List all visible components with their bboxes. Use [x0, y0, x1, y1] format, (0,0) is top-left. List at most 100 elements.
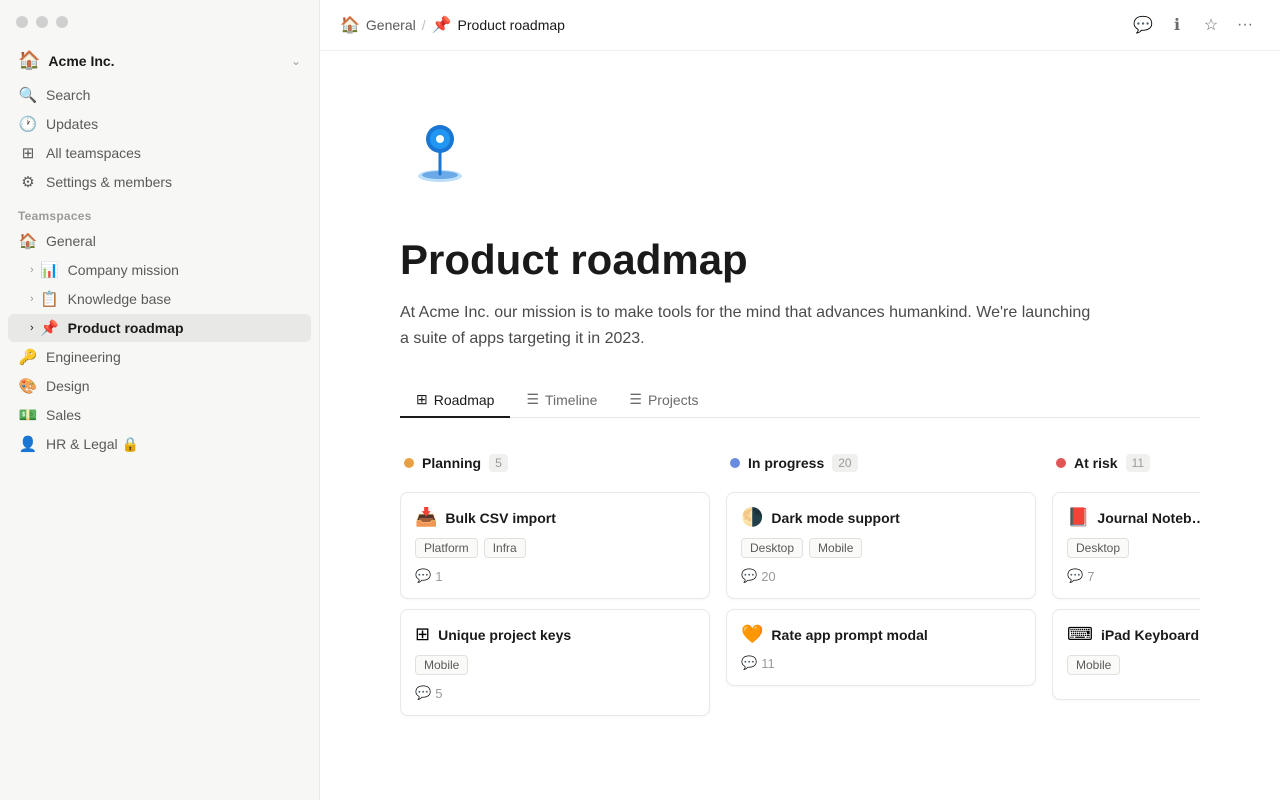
unique-keys-comment-count: 5 [435, 686, 442, 701]
unique-keys-card-title: Unique project keys [438, 627, 571, 643]
teamspaces-section-title: Teamspaces [8, 197, 311, 227]
tab-projects-label: Projects [648, 392, 699, 408]
rate-app-card-title: Rate app prompt modal [771, 627, 927, 643]
sidebar-design-label: Design [46, 378, 301, 394]
sidebar-general-label: General [46, 233, 301, 249]
card-title-row-bulk-csv: 📥 Bulk CSV import [415, 507, 695, 528]
card-rate-app[interactable]: 🧡 Rate app prompt modal 💬 11 [726, 609, 1036, 686]
rate-app-comment-count: 11 [761, 656, 775, 671]
sidebar-item-settings-label: Settings & members [46, 174, 301, 190]
bulk-csv-card-tags: Platform Infra [415, 538, 695, 558]
projects-tab-icon: ☰ [629, 391, 642, 408]
info-button[interactable]: ℹ [1162, 10, 1192, 40]
topbar: 🏠 General / 📌 Product roadmap 💬 ℹ ☆ ··· [320, 0, 1280, 51]
card-dark-mode[interactable]: 🌗 Dark mode support Desktop Mobile 💬 20 [726, 492, 1036, 599]
knowledge-base-icon: 📋 [40, 290, 60, 308]
tabs: ⊞ Roadmap ☰ Timeline ☰ Projects [400, 383, 1200, 418]
traffic-light-minimize[interactable] [36, 16, 48, 28]
card-journal[interactable]: 📕 Journal Noteb… Desktop 💬 7 [1052, 492, 1200, 599]
general-icon: 🏠 [18, 232, 38, 250]
journal-card-icon: 📕 [1067, 507, 1089, 528]
traffic-light-maximize[interactable] [56, 16, 68, 28]
workspace-chevron-icon: ⌄ [291, 54, 301, 68]
sidebar-item-product-roadmap[interactable]: › 📌 Product roadmap [8, 314, 311, 342]
sidebar-item-teamspaces[interactable]: ⊞ All teamspaces [8, 139, 311, 167]
tag-desktop-dark-mode: Desktop [741, 538, 803, 558]
breadcrumb-separator: / [422, 17, 426, 33]
journal-card-title: Journal Noteb… [1097, 510, 1200, 526]
sidebar-item-general[interactable]: 🏠 General [8, 227, 311, 255]
card-unique-keys[interactable]: ⊞ Unique project keys Mobile 💬 5 [400, 609, 710, 716]
planning-status-dot [404, 458, 414, 468]
dark-mode-card-title: Dark mode support [771, 510, 899, 526]
card-bulk-csv[interactable]: 📥 Bulk CSV import Platform Infra 💬 1 [400, 492, 710, 599]
journal-comment-count: 7 [1087, 569, 1094, 584]
kanban-board: Planning 5 📥 Bulk CSV import Platform In… [400, 446, 1200, 726]
inprogress-column-title: In progress [748, 455, 824, 471]
workspace-button[interactable]: 🏠 Acme Inc. ⌄ [8, 44, 311, 77]
tag-mobile-unique-keys: Mobile [415, 655, 468, 675]
breadcrumb-home-icon: 🏠 [340, 15, 360, 35]
page-title: Product roadmap [400, 236, 1200, 284]
breadcrumb-page-icon: 📌 [432, 15, 452, 35]
breadcrumb-current-page: Product roadmap [458, 17, 565, 33]
unique-keys-card-footer: 💬 5 [415, 685, 695, 701]
sidebar-item-company-mission[interactable]: › 📊 Company mission [8, 256, 311, 284]
page-description: At Acme Inc. our mission is to make tool… [400, 300, 1100, 351]
card-title-row-journal: 📕 Journal Noteb… [1067, 507, 1200, 528]
planning-column-count: 5 [489, 454, 508, 472]
comment-icon-unique-keys: 💬 [415, 685, 431, 701]
sidebar-sales-label: Sales [46, 407, 301, 423]
tag-mobile-ipad: Mobile [1067, 655, 1120, 675]
updates-icon: 🕐 [18, 115, 38, 133]
tag-infra: Infra [484, 538, 526, 558]
chevron-knowledge-base-icon: › [30, 293, 34, 305]
traffic-lights [8, 12, 311, 44]
company-mission-icon: 📊 [40, 261, 60, 279]
bulk-csv-card-title: Bulk CSV import [445, 510, 555, 526]
tab-projects[interactable]: ☰ Projects [613, 383, 714, 418]
bulk-csv-card-icon: 📥 [415, 507, 437, 528]
bulk-csv-comment-count: 1 [435, 569, 442, 584]
sidebar-item-knowledge-base[interactable]: › 📋 Knowledge base [8, 285, 311, 313]
more-options-button[interactable]: ··· [1230, 10, 1260, 40]
sidebar-item-search[interactable]: 🔍 Search [8, 81, 311, 109]
breadcrumb-home[interactable]: General [366, 17, 416, 33]
sidebar-item-sales[interactable]: 💵 Sales [8, 401, 311, 429]
inprogress-column-count: 20 [832, 454, 857, 472]
dark-mode-card-icon: 🌗 [741, 507, 763, 528]
sidebar-item-updates[interactable]: 🕐 Updates [8, 110, 311, 138]
tab-timeline-label: Timeline [545, 392, 597, 408]
comment-icon-dark-mode: 💬 [741, 568, 757, 584]
traffic-light-close[interactable] [16, 16, 28, 28]
tab-roadmap[interactable]: ⊞ Roadmap [400, 383, 510, 418]
card-title-row-rate-app: 🧡 Rate app prompt modal [741, 624, 1021, 645]
inprogress-status-dot [730, 458, 740, 468]
comment-icon-bulk-csv: 💬 [415, 568, 431, 584]
sidebar-item-teamspaces-label: All teamspaces [46, 145, 301, 161]
card-ipad-keyboard[interactable]: ⌨ iPad Keyboard… Mobile [1052, 609, 1200, 700]
sidebar-item-engineering[interactable]: 🔑 Engineering [8, 343, 311, 371]
search-icon: 🔍 [18, 86, 38, 104]
tab-timeline[interactable]: ☰ Timeline [510, 383, 613, 418]
tab-roadmap-label: Roadmap [434, 392, 495, 408]
card-title-row-unique-keys: ⊞ Unique project keys [415, 624, 695, 645]
ipad-card-tags: Mobile [1067, 655, 1200, 675]
column-header-inprogress: In progress 20 [726, 446, 1036, 480]
sidebar-item-settings[interactable]: ⚙ Settings & members [8, 168, 311, 196]
sidebar-product-roadmap-label: Product roadmap [68, 320, 301, 336]
sales-icon: 💵 [18, 406, 38, 424]
journal-card-footer: 💬 7 [1067, 568, 1200, 584]
comment-button[interactable]: 💬 [1128, 10, 1158, 40]
ipad-card-title: iPad Keyboard… [1101, 627, 1200, 643]
rate-app-card-icon: 🧡 [741, 624, 763, 645]
sidebar-item-hr-legal[interactable]: 👤 HR & Legal 🔒 [8, 430, 311, 458]
roadmap-tab-icon: ⊞ [416, 391, 428, 408]
favorite-button[interactable]: ☆ [1196, 10, 1226, 40]
workspace-name: Acme Inc. [48, 53, 291, 69]
main-content: 🏠 General / 📌 Product roadmap 💬 ℹ ☆ ··· [320, 0, 1280, 800]
sidebar-item-design[interactable]: 🎨 Design [8, 372, 311, 400]
kanban-column-planning: Planning 5 📥 Bulk CSV import Platform In… [400, 446, 710, 726]
page-icon-container [400, 111, 1200, 216]
teamspaces-icon: ⊞ [18, 144, 38, 162]
